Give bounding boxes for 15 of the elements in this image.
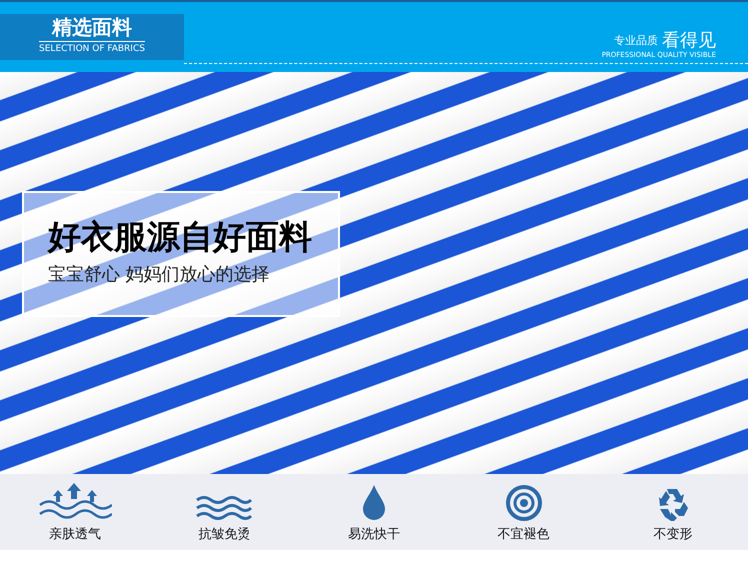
feature-label: 不变形 <box>654 526 693 544</box>
waves-arrows-icon <box>38 480 112 520</box>
feature-label: 易洗快干 <box>348 526 400 544</box>
banner-headline: 好衣服源自好面料 <box>48 220 313 253</box>
feature-label: 亲肤透气 <box>48 526 101 544</box>
section-subtitle: SELECTION OF FABRICS <box>39 41 145 57</box>
water-drop-icon <box>362 484 386 520</box>
feature-label: 不宜褪色 <box>498 526 550 544</box>
target-icon <box>506 484 542 520</box>
section-title: 精选面料 <box>52 17 132 38</box>
banner-subline: 宝宝舒心 妈妈们放心的选择 <box>48 263 271 287</box>
tagline-small: 专业品质 <box>614 33 658 49</box>
waves-icon <box>195 494 254 520</box>
tagline-large: 看得见 <box>662 32 716 50</box>
feature-label: 抗皱免烫 <box>198 526 250 544</box>
